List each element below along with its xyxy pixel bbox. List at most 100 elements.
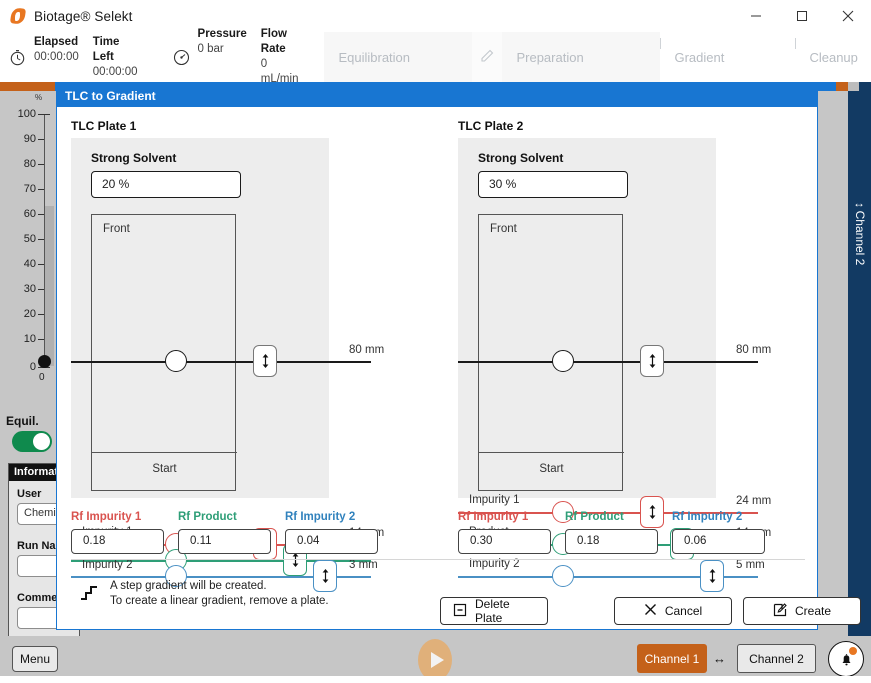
minimize-icon[interactable] [733,0,779,32]
cancel-button[interactable]: Cancel [614,597,732,625]
status-bar: Elapsed 00:00:00 Time Left 00:00:00 Pres… [0,28,871,85]
rf-input[interactable]: 0.04 [285,529,378,554]
dialog-footer: A step gradient will be created. To crea… [57,569,861,629]
gradient-point-handle[interactable] [38,355,51,368]
tlc-to-gradient-dialog: TLC to Gradient TLC Plate 1 Strong Solve… [56,85,861,630]
plate-2-tlc-rect: Front Start [478,214,624,491]
plate-1-start-label: Start [152,463,177,475]
plate-1-band-front: 80 mm [71,344,396,377]
plate-1-strong-solvent-input[interactable]: 20 % [91,171,241,198]
metric-pressure: Pressure 0 bar [198,27,247,87]
metric-label: Pressure [197,28,247,40]
channel-2-rail-label: Channel 2 [853,210,867,266]
edit-square-icon [773,602,787,620]
plate-1-heading: TLC Plate 1 [71,119,137,133]
step-tab-equilibration[interactable]: Equilibration [324,32,473,82]
rf-label: Rf Product [565,511,624,523]
pressure-gauge-icon [172,48,191,67]
step-label: Preparation [516,49,584,65]
rf-label: Rf Impurity 2 [285,511,356,523]
plate-1-rf-impurity-2: Rf Impurity 2 0.04 [285,511,378,554]
channel-2-button[interactable]: Channel 2 [737,644,816,673]
footer-divider [71,559,805,560]
dialog-title: TLC to Gradient [57,86,817,107]
application-window: Biotage® Selekt Elapsed 00:00:00 Time Le… [0,0,871,683]
axis-tick: 100 [17,108,36,120]
band-spot[interactable] [552,350,574,372]
plate-1-front-handle[interactable] [253,345,277,377]
edit-step-button[interactable] [472,32,503,82]
equilibration-toggle[interactable] [12,431,52,452]
rf-input[interactable]: 0.18 [565,529,658,554]
minus-box-icon [453,603,467,620]
time-metrics-group: Elapsed 00:00:00 Time Left 00:00:00 [0,32,152,82]
plate-2-rf-product: Rf Product 0.18 [565,511,658,554]
plate-2-rf-row: Rf Impurity 1 0.30 Rf Product 0.18 Rf Im… [458,511,779,554]
plate-2-rf-impurity-2: Rf Impurity 2 0.06 [672,511,765,554]
axis-origin-label: 0 [39,372,45,383]
band-spot[interactable] [165,350,187,372]
create-button[interactable]: Create [743,597,861,625]
plate-1-box: Strong Solvent 20 % Front Start [71,138,329,498]
step-tab-gradient[interactable]: Gradient [660,32,795,82]
plate-2-rf-impurity-1: Rf Impurity 1 0.30 [458,511,551,554]
left-right-arrow-icon[interactable]: ↔ [713,651,726,666]
rf-input[interactable]: 0.30 [458,529,551,554]
maximize-icon[interactable] [779,0,825,32]
metric-value: 00:00:00 [34,50,79,63]
plate-1-front-distance: 80 mm [349,344,385,356]
axis-tick: 70 [23,183,36,195]
gradient-percent-axis: % 100 90 80 70 60 50 40 30 20 10 0 0 [0,91,54,391]
create-label: Create [794,604,832,618]
metric-time-left: Time Left 00:00:00 [93,35,138,80]
gradient-note: A step gradient will be created. To crea… [79,579,329,609]
plate-2-strong-solvent-input[interactable]: 30 % [478,171,628,198]
flow-metrics-group: Pressure 0 bar Flow Rate 0 mL/min [164,28,313,85]
plate-2-impurity-1-label: Impurity 1 [469,494,520,506]
plate-2-strong-solvent-label: Strong Solvent [478,151,564,165]
rf-input[interactable]: 0.18 [71,529,164,554]
gradient-note-line-2: To create a linear gradient, remove a pl… [110,595,329,607]
app-title: Biotage® Selekt [34,8,133,24]
step-gradient-icon [79,582,101,602]
notification-bell-icon[interactable] [828,641,864,677]
plate-1-rf-row: Rf Impurity 1 0.18 Rf Product 0.11 Rf Im… [71,511,392,554]
metric-label: Time Left [92,35,120,63]
title-bar: Biotage® Selekt [0,0,871,32]
axis-tick: 40 [23,258,36,270]
channel-1-button[interactable]: Channel 1 [637,644,707,673]
metric-value: 0 bar [197,43,224,55]
rf-label: Rf Impurity 1 [71,511,142,523]
plate-1-front-label: Front [103,223,130,235]
plate-1-strong-solvent-label: Strong Solvent [91,151,177,165]
close-icon[interactable] [825,0,871,32]
pencil-edit-icon [479,48,495,67]
metric-value: 00:00:00 [92,65,138,78]
tlc-plate-2-column: TLC Plate 2 Strong Solvent 30 % Front St… [458,119,817,592]
rf-input[interactable]: 0.06 [672,529,765,554]
axis-tick: 10 [23,333,36,345]
close-x-icon [644,603,657,619]
delete-plate-label: Delete Plate [475,597,510,625]
delete-plate-button[interactable]: Delete Plate [440,597,548,625]
step-tab-preparation[interactable]: Preparation [502,32,661,82]
equilibration-label: Equil. [6,414,39,428]
menu-button[interactable]: Menu [12,646,58,672]
plate-2-band-front: 80 mm [458,344,783,377]
rf-input[interactable]: 0.11 [178,529,271,554]
plate-2-box: Strong Solvent 30 % Front Start [458,138,716,498]
step-tabs: Equilibration Preparation Gradient Clean… [324,32,871,82]
plate-2-front-handle[interactable] [640,345,664,377]
play-icon[interactable] [418,639,452,681]
channel-2-rail[interactable]: ↔ Channel 2 [848,91,871,636]
step-label: Gradient [674,49,725,65]
metric-flow-rate: Flow Rate 0 mL/min [261,27,299,87]
step-tab-cleanup[interactable]: Cleanup [795,32,871,82]
axis-unit-label: % [35,93,43,102]
rf-label: Rf Impurity 1 [458,511,529,523]
plate-2-start-label: Start [539,463,564,475]
gradient-note-line-1: A step gradient will be created. [110,580,267,592]
axis-tick: 90 [23,133,36,145]
plate-1-rf-impurity-1: Rf Impurity 1 0.18 [71,511,164,554]
step-label: Equilibration [338,49,411,65]
